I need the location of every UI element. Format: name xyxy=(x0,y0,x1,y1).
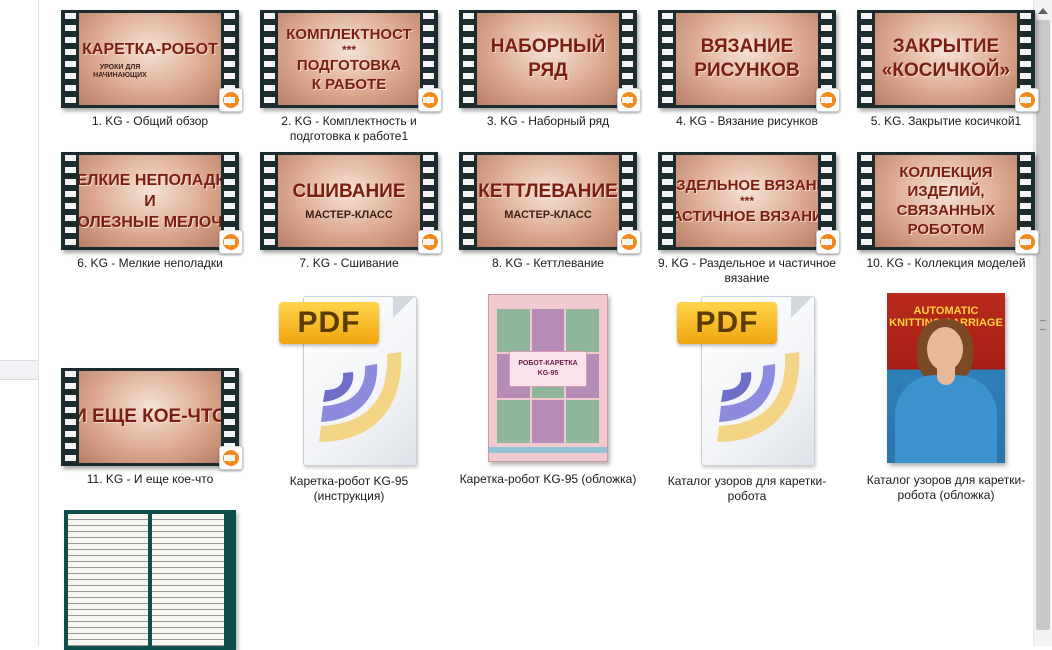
play-icon xyxy=(219,230,243,254)
pdf-file-icon: PDF xyxy=(677,292,817,468)
video-thumbnail: МЕЛКИЕ НЕПОЛАДКИ И ПОЛЕЗНЫЕ МЕЛОЧИ xyxy=(61,152,243,254)
play-icon xyxy=(418,230,442,254)
file-item-video[interactable]: КАРЕТКА-РОБОТ УРОКИ ДЛЯ НАЧИНАЮЩИХ 1. KG… xyxy=(55,10,245,129)
file-item-pdf[interactable]: PDF Каталог узоров для каретки-робота xyxy=(652,292,842,504)
play-icon xyxy=(1015,230,1039,254)
file-name: Каталог узоров для каретки-робота (облож… xyxy=(866,473,1026,502)
play-icon xyxy=(1015,88,1039,112)
file-name: 4. KG - Вязание рисунков xyxy=(676,114,818,128)
file-name: 2. KG - Комплектность и подготовка к раб… xyxy=(281,114,417,143)
play-icon xyxy=(816,230,840,254)
file-item-video[interactable]: РАЗДЕЛЬНОЕ ВЯЗАНИЕ *** ЧАСТИЧНОЕ ВЯЗАНИЕ… xyxy=(652,152,842,286)
file-item-video[interactable]: НАБОРНЫЙ РЯД 3. KG - Наборный ряд xyxy=(453,10,643,129)
video-thumbnail: ВЯЗАНИЕ РИСУНКОВ xyxy=(658,10,840,112)
video-thumbnail: КОМПЛЕКТНОСТ *** ПОДГОТОВКА К РАБОТЕ xyxy=(260,10,442,112)
play-icon xyxy=(219,446,243,470)
file-name: 1. KG - Общий обзор xyxy=(91,114,209,128)
file-item-video[interactable]: КОМПЛЕКТНОСТ *** ПОДГОТОВКА К РАБОТЕ 2. … xyxy=(254,10,444,144)
file-name: Каретка-робот KG-95 (инструкция) xyxy=(289,474,409,503)
video-thumbnail: РАЗДЕЛЬНОЕ ВЯЗАНИЕ *** ЧАСТИЧНОЕ ВЯЗАНИЕ xyxy=(658,152,840,254)
file-name: 7. KG - Сшивание xyxy=(299,256,399,270)
video-thumbnail: ЗАКРЫТИЕ «КОСИЧКОЙ» xyxy=(857,10,1039,112)
file-name: 9. KG - Раздельное и частичное вязание xyxy=(658,256,836,285)
file-name: 8. KG - Кеттлевание xyxy=(492,256,604,270)
file-item-video[interactable]: ВЯЗАНИЕ РИСУНКОВ 4. KG - Вязание рисунко… xyxy=(652,10,842,129)
file-item-video[interactable]: ЗАКРЫТИЕ «КОСИЧКОЙ» 5. KG. Закрытие коси… xyxy=(851,10,1041,129)
play-icon xyxy=(418,88,442,112)
scanned-page-thumbnail xyxy=(64,510,236,650)
navigation-pane[interactable] xyxy=(0,0,39,646)
play-icon xyxy=(816,88,840,112)
pdf-file-icon: PDF xyxy=(279,292,419,468)
file-item-image[interactable] xyxy=(55,510,245,650)
file-name: Каталог узоров для каретки-робота xyxy=(667,474,827,503)
file-item-video[interactable]: И ЕЩЕ КОЕ-ЧТО 11. KG - И еще кое-что xyxy=(55,368,245,487)
file-item-video[interactable]: СШИВАНИЕ МАСТЕР-КЛАСС 7. KG - Сшивание xyxy=(254,152,444,271)
play-icon xyxy=(617,88,641,112)
video-thumbnail: КЕТТЛЕВАНИЕ МАСТЕР-КЛАСС xyxy=(459,152,641,254)
file-name: Каретка-робот KG-95 (обложка) xyxy=(459,472,637,486)
file-name: 11. KG - И еще кое-что xyxy=(86,472,214,486)
play-icon xyxy=(219,88,243,112)
book-cover-thumbnail: РОБОТ-КАРЕТКА KG-95 xyxy=(488,294,608,462)
file-item-pdf[interactable]: PDF Каретка-робот KG-95 (инструкция) xyxy=(254,292,444,504)
file-item-image[interactable]: РОБОТ-КАРЕТКА KG-95 Каретка-робот KG-95 … xyxy=(453,294,643,487)
file-item-video[interactable]: МЕЛКИЕ НЕПОЛАДКИ И ПОЛЕЗНЫЕ МЕЛОЧИ 6. KG… xyxy=(55,152,245,271)
file-item-video[interactable]: КЕТТЛЕВАНИЕ МАСТЕР-КЛАСС 8. KG - Кеттлев… xyxy=(453,152,643,271)
video-thumbnail: КОЛЛЕКЦИЯ ИЗДЕЛИЙ, СВЯЗАННЫХ РОБОТОМ xyxy=(857,152,1039,254)
file-name: 10. KG - Коллекция моделей xyxy=(866,256,1026,270)
file-item-video[interactable]: КОЛЛЕКЦИЯ ИЗДЕЛИЙ, СВЯЗАННЫХ РОБОТОМ 10.… xyxy=(851,152,1041,271)
play-icon xyxy=(617,230,641,254)
book-cover-thumbnail: AUTOMATIC KNITTING CARRIAGE xyxy=(887,293,1005,463)
file-item-image[interactable]: AUTOMATIC KNITTING CARRIAGE Каталог узоро… xyxy=(851,293,1041,503)
video-thumbnail: НАБОРНЫЙ РЯД xyxy=(459,10,641,112)
video-thumbnail: И ЕЩЕ КОЕ-ЧТО xyxy=(61,368,243,470)
file-name: 6. KG - Мелкие неполадки xyxy=(77,256,223,270)
video-thumbnail: КАРЕТКА-РОБОТ УРОКИ ДЛЯ НАЧИНАЮЩИХ xyxy=(61,10,243,112)
nav-selected-item[interactable] xyxy=(0,360,38,380)
video-thumbnail: СШИВАНИЕ МАСТЕР-КЛАСС xyxy=(260,152,442,254)
file-name: 5. KG. Закрытие косичкой1 xyxy=(870,114,1022,128)
file-name: 3. KG - Наборный ряд xyxy=(486,114,610,128)
